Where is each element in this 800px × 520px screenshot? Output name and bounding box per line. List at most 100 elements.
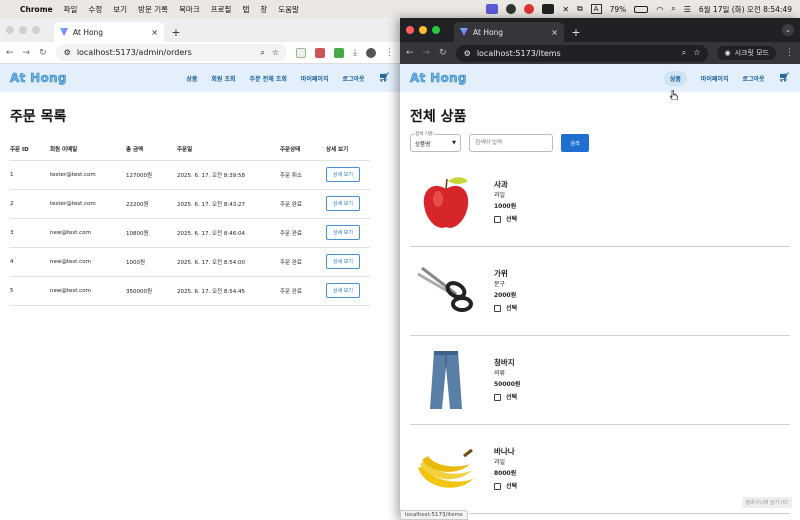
nav-link-all-orders[interactable]: 주문 전체 조회: [250, 74, 287, 83]
nav-link-logout[interactable]: 로그아웃: [742, 74, 764, 83]
site-info-icon[interactable]: ⚙: [464, 49, 471, 58]
download-icon[interactable]: ⤓: [353, 48, 357, 58]
cart-icon[interactable]: 🛒︎: [779, 73, 790, 83]
screen-record-icon[interactable]: [486, 4, 499, 14]
tab-search-chevron-icon[interactable]: ⌄: [782, 24, 794, 36]
nav-link-mypage[interactable]: 마이페이지: [701, 74, 729, 83]
control-center-icon[interactable]: ☰: [684, 5, 691, 14]
new-tab-button[interactable]: +: [568, 22, 584, 42]
battery-icon[interactable]: [634, 5, 649, 13]
checkbox-icon[interactable]: [494, 216, 501, 223]
mute-icon[interactable]: ✕: [562, 5, 569, 14]
record-icon[interactable]: [524, 4, 535, 14]
close-tab-icon[interactable]: ×: [551, 28, 558, 37]
more-menu-icon[interactable]: ⋮: [385, 48, 394, 58]
display-icon[interactable]: ⧉: [577, 4, 583, 14]
order-date: 2025. 6. 17. 오전 8:54:45: [177, 276, 280, 306]
order-detail-button[interactable]: 상세 보기: [326, 167, 360, 182]
product-info: 청바지 의류 50000원 선택: [494, 357, 520, 403]
checkbox-icon[interactable]: [494, 394, 501, 401]
back-icon[interactable]: ←: [406, 48, 414, 58]
close-tab-icon[interactable]: ×: [151, 28, 158, 37]
menubar-item-help[interactable]: 도움말: [278, 4, 299, 15]
nav-link-members[interactable]: 회원 조회: [211, 74, 235, 83]
order-detail-button[interactable]: 상세 보기: [326, 254, 360, 269]
address-url[interactable]: localhost:5173/admin/orders: [77, 48, 192, 57]
cart-icon[interactable]: 🛒︎: [379, 73, 390, 83]
menubar-item-view[interactable]: 보기: [113, 4, 127, 15]
nav-link-products[interactable]: 상품: [186, 74, 197, 83]
forward-icon[interactable]: →: [23, 48, 31, 58]
product-price: 2000원: [494, 292, 517, 299]
checkbox-icon[interactable]: [494, 483, 501, 490]
site-logo[interactable]: At Hong: [10, 71, 67, 86]
minimize-window-button[interactable]: [419, 26, 427, 34]
search-button[interactable]: 검색: [561, 134, 589, 152]
product-price: 1000원: [494, 203, 517, 210]
menubar-app-name[interactable]: Chrome: [20, 5, 53, 14]
order-detail-button[interactable]: 상세 보기: [326, 196, 360, 211]
product-select-checkbox[interactable]: 선택: [494, 303, 517, 314]
order-detail-button[interactable]: 상세 보기: [326, 283, 360, 298]
bookmark-star-icon[interactable]: ☆: [693, 48, 700, 58]
nav-link-logout[interactable]: 로그아웃: [342, 74, 364, 83]
order-id: 3: [10, 218, 50, 248]
menubar-item-tab[interactable]: 탭: [242, 4, 249, 15]
product-info: 바나나 과일 8000원 선택: [494, 446, 517, 492]
back-icon[interactable]: ←: [6, 48, 14, 58]
nav-link-mypage[interactable]: 마이페이지: [301, 74, 329, 83]
menubar-status-area: ✕ ⧉ A 79% ◠ ⌕ ☰ 6월 17일 (화) 오전 8:54:49: [486, 4, 792, 15]
bookmark-star-icon[interactable]: ☆: [272, 48, 279, 58]
product-category: 문구: [494, 281, 506, 288]
product-select-checkbox[interactable]: 선택: [494, 481, 517, 492]
product-select-checkbox[interactable]: 선택: [494, 392, 520, 403]
browser-tab-active[interactable]: At Hong ×: [54, 22, 164, 42]
minimize-window-button[interactable]: [19, 26, 27, 34]
wifi-icon[interactable]: ◠: [656, 5, 663, 14]
order-detail-button[interactable]: 상세 보기: [326, 225, 360, 240]
site-logo[interactable]: At Hong: [410, 71, 467, 86]
order-date: 2025. 6. 17. 오전 8:46:04: [177, 218, 280, 248]
reload-icon[interactable]: ↻: [39, 48, 47, 58]
profile-avatar-icon[interactable]: [366, 47, 376, 58]
input-source-icon[interactable]: A: [590, 4, 602, 14]
search-criteria-select[interactable]: 검색 기준 상품명 ▼: [410, 131, 461, 152]
extension-icon[interactable]: [334, 47, 345, 58]
address-url[interactable]: localhost:5173/items: [477, 49, 561, 58]
close-window-button[interactable]: [6, 26, 14, 34]
search-input[interactable]: [469, 134, 553, 152]
incognito-badge[interactable]: ◉ 시크릿 모드: [717, 46, 776, 60]
extension-icon[interactable]: [296, 47, 307, 58]
product-select-checkbox[interactable]: 선택: [494, 214, 517, 225]
checkbox-icon[interactable]: [494, 305, 501, 312]
menubar-item-bookmarks[interactable]: 북마크: [179, 4, 200, 15]
browser-tab-active[interactable]: At Hong ×: [454, 22, 564, 42]
add-to-cart-button[interactable]: 장바구니에 담기 (0): [741, 497, 792, 508]
close-window-button[interactable]: [406, 26, 414, 34]
reload-icon[interactable]: ↻: [439, 48, 447, 58]
more-menu-icon[interactable]: ⋮: [785, 48, 794, 58]
zoom-window-button[interactable]: [432, 26, 440, 34]
zoom-search-icon[interactable]: ⌕: [682, 48, 686, 58]
menubar-item-profiles[interactable]: 프로필: [211, 4, 232, 15]
menubar-clock[interactable]: 6월 17일 (화) 오전 8:54:49: [699, 4, 792, 15]
new-tab-button[interactable]: +: [168, 22, 184, 42]
menubar-item-window[interactable]: 창: [260, 4, 267, 15]
menubar-item-edit[interactable]: 수정: [88, 4, 102, 15]
extension-icon[interactable]: [315, 47, 326, 58]
address-bar[interactable]: ⚙ localhost:5173/items ⌕ ☆: [455, 44, 709, 62]
zoom-search-icon[interactable]: ⌕: [260, 48, 264, 58]
forward-icon[interactable]: →: [423, 48, 431, 58]
product-price: 8000원: [494, 470, 517, 477]
search-icon[interactable]: ⌕: [671, 4, 675, 14]
menubar-item-history[interactable]: 방문 기록: [138, 4, 168, 15]
battery-menu-icon[interactable]: [542, 4, 555, 14]
nav-link-products[interactable]: 상품: [663, 70, 687, 86]
tab-strip: At Hong × +: [0, 18, 400, 42]
battery-percent: 79%: [609, 4, 627, 14]
camera-icon[interactable]: [506, 4, 517, 14]
site-info-icon[interactable]: ⚙: [64, 48, 71, 57]
address-bar[interactable]: ⚙ localhost:5173/admin/orders ⌕ ☆: [55, 44, 288, 61]
menubar-item-file[interactable]: 파일: [64, 4, 78, 15]
zoom-window-button[interactable]: [32, 26, 40, 34]
